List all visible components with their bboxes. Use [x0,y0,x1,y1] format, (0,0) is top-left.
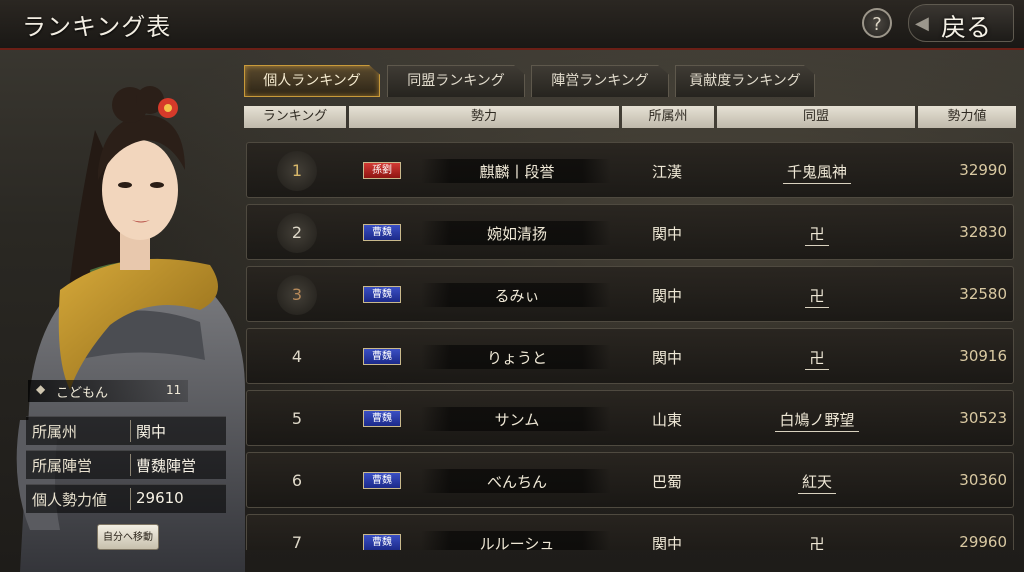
alliance-name[interactable]: 白鳩ノ野望 [775,411,859,432]
tab-camp-ranking[interactable]: 陣営ランキング [531,65,669,97]
column-header-alliance: 同盟 [717,106,915,128]
power-value: 30523 [959,409,1007,427]
power-value: 29960 [959,533,1007,550]
alliance-name[interactable]: 卍 [805,349,829,370]
help-button[interactable]: ? [862,8,892,38]
page-title: ランキング表 [22,13,172,41]
alliance-name[interactable]: 千鬼風神 [782,163,851,184]
player-power-row: 個人勢力値 29610 [26,484,226,513]
alliance-link[interactable]: 白鳩ノ野望 [737,409,897,432]
rank-number: 4 [291,347,303,366]
camp-label: 所属陣営 [32,457,93,475]
ranking-row[interactable]: 2 曹魏 婉如清扬 関中 卍 32830 [246,204,1014,260]
back-label: 戻る [941,13,992,42]
player-name[interactable]: 麒麟丨段誉 [427,161,607,182]
column-header-faction: 勢力 [349,106,619,128]
move-to-self-button[interactable]: 自分へ移動 [97,524,159,550]
divider [130,454,131,476]
ranking-row[interactable]: 6 曹魏 べんちん 巴蜀 紅天 30360 [246,452,1014,508]
alliance-link[interactable]: 卍 [737,347,897,370]
tab-personal-ranking[interactable]: 個人ランキング [244,65,380,97]
faction-badge: 曹魏 [363,472,401,489]
player-name: こどもん [56,386,109,401]
alliance-name[interactable]: 卍 [805,535,829,550]
player-name[interactable]: りょうと [427,347,607,368]
player-name[interactable]: るみぃ [427,285,607,306]
faction-badge: 孫劉 [363,162,401,179]
ranking-row[interactable]: 1 孫劉 麒麟丨段誉 江漢 千鬼風神 32990 [246,142,1014,198]
back-arrow-icon: ◀ [915,13,929,34]
camp-value: 曹魏陣営 [136,457,197,475]
faction-badge: 曹魏 [363,224,401,241]
alliance-link[interactable]: 紅天 [737,471,897,494]
alliance-link[interactable]: 千鬼風神 [737,161,897,184]
header-bar: ランキング表 ? ◀ 戻る [0,0,1024,50]
region: 関中 [651,349,682,367]
faction-badge: 曹魏 [363,348,401,365]
faction-badge: 曹魏 [363,534,401,550]
ranking-row[interactable]: 4 曹魏 りょうと 関中 卍 30916 [246,328,1014,384]
region-value: 関中 [136,423,167,441]
divider [130,488,131,510]
ranking-row[interactable]: 5 曹魏 サンム 山東 白鳩ノ野望 30523 [246,390,1014,446]
back-button[interactable]: ◀ 戻る [908,4,1014,42]
faction-badge: 曹魏 [363,286,401,303]
rank-number: 2 [291,223,303,242]
diamond-icon: ◆ [36,382,46,396]
power-value: 32580 [959,285,1007,303]
region: 関中 [651,225,682,243]
region: 山東 [651,411,682,429]
rank-number: 3 [291,285,303,304]
tab-alliance-ranking[interactable]: 同盟ランキング [387,65,525,97]
player-camp-row: 所属陣営 曹魏陣営 [26,450,226,479]
power-value: 30916 [959,347,1007,365]
ranking-list[interactable]: 1 孫劉 麒麟丨段誉 江漢 千鬼風神 32990 2 曹魏 婉如清扬 関中 卍 … [246,140,1016,550]
player-name[interactable]: ルルーシュ [427,533,607,550]
alliance-link[interactable]: 卍 [737,533,897,550]
power-value: 32830 [959,223,1007,241]
alliance-name[interactable]: 紅天 [797,473,836,494]
column-header-region: 所属州 [622,106,714,128]
rank-number: 1 [291,161,303,180]
alliance-link[interactable]: 卍 [737,285,897,308]
player-region-row: 所属州 関中 [26,416,226,445]
rank-number: 7 [291,533,303,550]
player-name[interactable]: 婉如清扬 [427,223,607,244]
region-label: 所属州 [32,423,78,441]
ranking-row[interactable]: 7 曹魏 ルルーシュ 関中 卍 29960 [246,514,1014,550]
power-label: 個人勢力値 [32,491,108,509]
divider [130,420,131,442]
region: 江漢 [651,163,682,181]
power-value: 32990 [959,161,1007,179]
player-name-bar: ◆ こどもん 11 [28,380,188,402]
alliance-name[interactable]: 卍 [805,287,829,308]
player-level: 11 [166,383,182,397]
player-name[interactable]: べんちん [427,471,607,492]
player-name[interactable]: サンム [427,409,607,430]
rank-number: 5 [291,409,303,428]
faction-badge: 曹魏 [363,410,401,427]
column-header-rank: ランキング [244,106,346,128]
tab-contribution-ranking[interactable]: 貢献度ランキング [675,65,815,97]
rank-number: 6 [291,471,303,490]
region: 巴蜀 [651,473,682,491]
column-header-power: 勢力値 [918,106,1016,128]
power-value: 29610 [136,489,184,507]
alliance-link[interactable]: 卍 [737,223,897,246]
region: 関中 [651,287,682,305]
alliance-name[interactable]: 卍 [805,225,829,246]
question-icon: ? [872,14,882,35]
region: 関中 [651,535,682,550]
power-value: 30360 [959,471,1007,489]
ranking-row[interactable]: 3 曹魏 るみぃ 関中 卍 32580 [246,266,1014,322]
